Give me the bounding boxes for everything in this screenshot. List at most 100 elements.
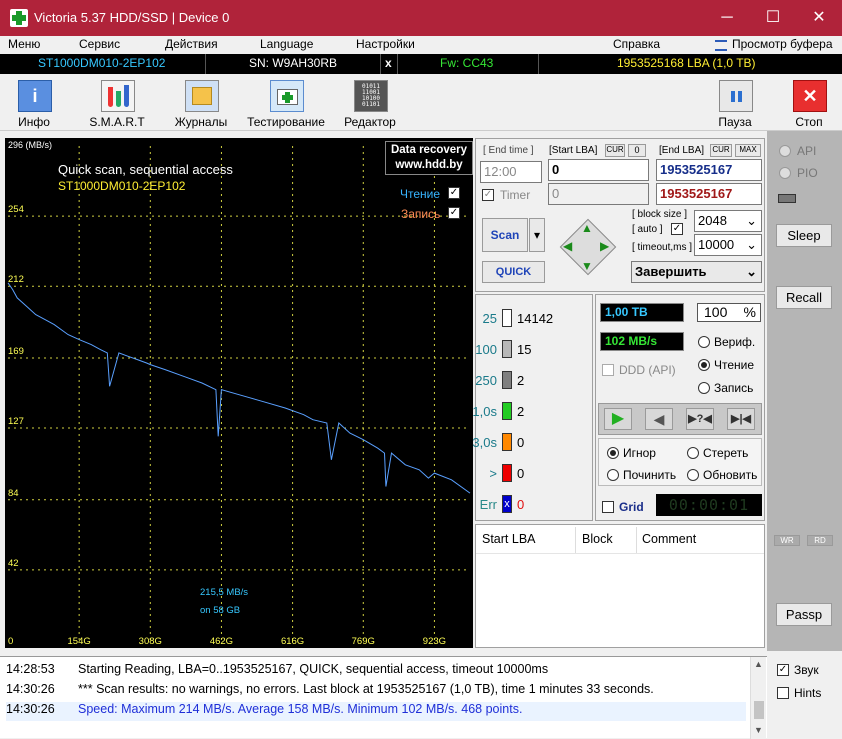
drive-lba: 1953525168 LBA (1,0 TB)	[617, 56, 756, 70]
end-lba-cur-button[interactable]: CUR	[710, 144, 732, 157]
butterfly-button[interactable]: ▶|◀	[727, 408, 755, 430]
recall-button[interactable]: Recall	[776, 286, 832, 309]
info-button[interactable]: i Инфо	[1, 78, 67, 130]
start-lba-zero-button[interactable]: 0	[628, 144, 646, 157]
hints-checkbox[interactable]	[777, 687, 789, 699]
pause-icon	[719, 80, 753, 112]
block-size-select[interactable]: 2048 ⌄	[694, 210, 762, 232]
read-radio[interactable]	[698, 359, 710, 371]
write-radio[interactable]	[698, 382, 710, 394]
end-time-input[interactable]: 12:00	[480, 161, 542, 183]
grid-checkbox[interactable]	[602, 501, 614, 513]
close-button[interactable]: ✕	[796, 0, 842, 36]
editor-button[interactable]: 01011 11001 10100 01101 Редактор	[337, 78, 403, 130]
timer-checkbox[interactable]: ✓	[482, 189, 494, 201]
read-legend-checkbox[interactable]: ✓	[448, 187, 460, 199]
menu-language[interactable]: Language	[260, 37, 313, 51]
menu-actions[interactable]: Действия	[165, 37, 218, 51]
update-radio[interactable]	[687, 469, 699, 481]
pio-radio[interactable]	[779, 167, 791, 179]
arrow-left-icon[interactable]: ◀	[563, 239, 572, 253]
auto-checkbox[interactable]: ✓	[671, 223, 683, 235]
end-lba-max-button[interactable]: MAX	[735, 144, 761, 157]
end-lba-label: [End LBA]	[659, 145, 705, 156]
auto-label: [ auto ]	[632, 224, 663, 235]
y-tick-label: 127	[8, 416, 24, 427]
finish-action-select[interactable]: Завершить ⌄	[631, 261, 762, 283]
window-title: Victoria 5.37 HDD/SSD | Device 0	[34, 10, 230, 25]
x-tick-label: 0	[8, 636, 13, 647]
x-tick-label: 154G	[68, 636, 91, 647]
y-tick-label: 212	[8, 274, 24, 285]
table-header-start-lba[interactable]: Start LBA	[482, 532, 536, 546]
data-recovery-banner[interactable]: Data recovery www.hdd.by	[385, 141, 473, 175]
timer-label: Timer	[500, 188, 531, 202]
start-lba-current: 0	[548, 183, 649, 205]
menu-settings[interactable]: Настройки	[356, 37, 415, 51]
menu-buffer-view[interactable]: Просмотр буфера	[732, 37, 833, 51]
stat-threshold-label: Err	[479, 497, 497, 512]
testing-button[interactable]: Тестирование	[247, 78, 325, 130]
sound-checkbox[interactable]: ✓	[777, 664, 789, 676]
smart-button[interactable]: S.M.A.R.T	[84, 78, 150, 130]
menu-service[interactable]: Сервис	[79, 37, 120, 51]
random-seek-button[interactable]: ▶?◀	[686, 408, 714, 430]
chart-title: Quick scan, sequential access	[58, 162, 233, 177]
repair-mode-group: Игнор Стереть Починить Обновить	[598, 438, 762, 486]
stat-color-swatch	[502, 371, 512, 389]
minimize-button[interactable]: ─	[704, 0, 750, 36]
arrow-up-icon[interactable]: ▲	[581, 221, 593, 235]
scan-dropdown-button[interactable]: ▾	[529, 218, 545, 252]
stat-count: 2	[517, 373, 525, 388]
erase-radio[interactable]	[687, 447, 699, 459]
stat-threshold-label: 25	[482, 311, 497, 326]
stat-threshold-label: >	[489, 466, 497, 481]
api-radio[interactable]	[779, 145, 791, 157]
quick-button[interactable]: QUICK	[482, 261, 545, 283]
start-lba-input[interactable]: 0	[548, 159, 649, 181]
pause-button[interactable]: Пауза	[702, 78, 768, 130]
stat-color-swatch	[502, 309, 512, 327]
speed-line	[7, 282, 471, 494]
end-lba-input[interactable]: 1953525167	[656, 159, 762, 181]
maximize-button[interactable]: ☐	[750, 0, 796, 36]
table-header-comment[interactable]: Comment	[642, 532, 696, 546]
play-button[interactable]: ▶	[604, 408, 632, 430]
ignore-radio[interactable]	[607, 447, 619, 459]
y-tick-label: 169	[8, 346, 24, 357]
ddd-checkbox[interactable]	[602, 364, 614, 376]
stat-count: 2	[517, 404, 525, 419]
stat-threshold-label: 3,0s	[472, 435, 497, 450]
sleep-button[interactable]: Sleep	[776, 224, 832, 247]
arrow-down-icon[interactable]: ▼	[581, 259, 593, 273]
sound-label: Звук	[794, 663, 819, 677]
x-tick-label: 769G	[352, 636, 375, 647]
table-header-block[interactable]: Block	[582, 532, 613, 546]
log-text: Speed: Maximum 214 MB/s. Average 158 MB/…	[78, 702, 523, 716]
repair-radio[interactable]	[607, 469, 619, 481]
menu-help[interactable]: Справка	[613, 37, 660, 51]
defect-table: Start LBA Block Comment	[475, 524, 765, 648]
stop-button[interactable]: ✕ Стоп	[776, 78, 842, 130]
stop-label: Стоп	[795, 115, 823, 129]
close-device-x[interactable]: x	[385, 56, 392, 70]
start-lba-cur-button[interactable]: CUR	[605, 144, 625, 157]
write-legend-checkbox[interactable]: ✓	[448, 207, 460, 219]
scroll-down-icon[interactable]: ▼	[754, 725, 763, 735]
play-icon: ▶	[611, 410, 625, 427]
log-entry: 14:28:53 Starting Reading, LBA=0..1953525…	[6, 662, 548, 682]
passp-button[interactable]: Passp	[776, 603, 832, 626]
scan-settings-panel: [ End time ] 12:00 ✓ Timer [Start LBA] C…	[475, 138, 765, 292]
arrow-right-icon[interactable]: ▶	[600, 239, 609, 253]
scan-button[interactable]: Scan	[482, 218, 528, 252]
menu-main[interactable]: Меню	[8, 37, 40, 51]
scroll-up-icon[interactable]: ▲	[754, 659, 763, 669]
verify-radio[interactable]	[698, 336, 710, 348]
logs-button[interactable]: Журналы	[168, 78, 234, 130]
reverse-button[interactable]: ◀	[645, 408, 673, 430]
log-scrollbar[interactable]: ▲ ▼	[750, 657, 766, 739]
finish-action-value: Завершить	[635, 264, 707, 279]
timeout-select[interactable]: 10000 ⌄	[694, 234, 762, 256]
chevron-down-icon: ⌄	[746, 213, 757, 228]
direction-pad[interactable]: ▲ ▼ ◀ ▶	[556, 215, 620, 279]
